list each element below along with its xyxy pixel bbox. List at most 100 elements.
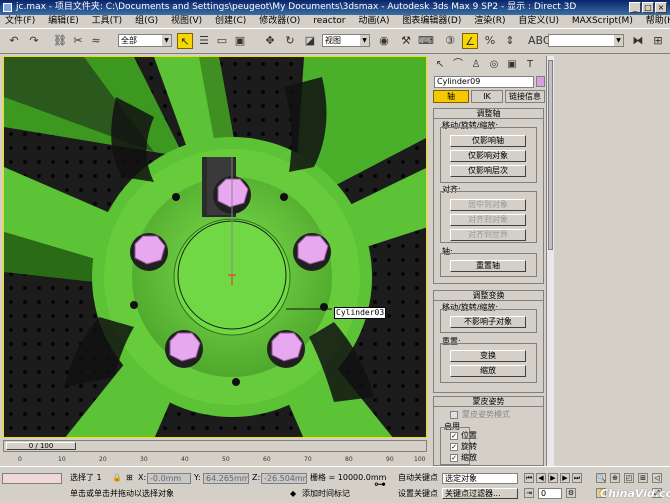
minimize-button[interactable]: _ xyxy=(629,2,641,13)
menu-customize[interactable]: 自定义(U) xyxy=(513,15,564,28)
affect-pivot-only-button[interactable]: 仅影响轴 xyxy=(450,135,526,147)
add-time-tag-button[interactable]: 添加时间标记 xyxy=(302,488,350,499)
redo-icon[interactable]: ↷ xyxy=(26,33,42,49)
pivot-center-icon[interactable]: ◉ xyxy=(376,33,392,49)
set-key-button[interactable]: 设置关键点 xyxy=(398,488,438,499)
window-crossing-icon[interactable]: ▣ xyxy=(232,33,248,49)
play-icon[interactable]: ▶ xyxy=(548,473,558,483)
time-tag-icon[interactable]: ◆ xyxy=(290,488,296,499)
edit-named-selection-icon[interactable]: ABC xyxy=(528,33,551,49)
menu-tools[interactable]: 工具(T) xyxy=(87,15,128,28)
y-coordinate-field[interactable]: 64.265mm xyxy=(203,473,249,484)
time-config-icon[interactable]: ⚙ xyxy=(566,488,576,498)
affect-object-only-button[interactable]: 仅影响对象 xyxy=(450,150,526,162)
link-icon[interactable]: ⛓ xyxy=(52,33,68,49)
dont-affect-children-button[interactable]: 不影响子对象 xyxy=(450,316,526,328)
menu-group[interactable]: 组(G) xyxy=(130,15,163,28)
reset-transform-button[interactable]: 变换 xyxy=(450,350,526,362)
menu-reactor[interactable]: reactor xyxy=(308,15,350,28)
track-bar[interactable]: 0 10 20 30 40 50 60 70 80 90 100 xyxy=(0,452,430,466)
next-frame-icon[interactable]: ▶ xyxy=(560,473,570,483)
scale-checkbox[interactable]: ✓ xyxy=(450,454,458,462)
affect-hierarchy-only-button[interactable]: 仅影响层次 xyxy=(450,165,526,177)
app-icon[interactable] xyxy=(3,3,12,12)
keyboard-shortcut-icon[interactable]: ⌨ xyxy=(418,33,434,49)
move-icon[interactable]: ✥ xyxy=(262,33,278,49)
spinner-snap-icon[interactable]: ⇕ xyxy=(502,33,518,49)
close-button[interactable]: × xyxy=(655,2,667,13)
menu-graph-editors[interactable]: 图表编辑器(D) xyxy=(397,15,466,28)
motion-tab-icon[interactable]: ◎ xyxy=(487,58,501,72)
align-icon[interactable]: ⊞ xyxy=(650,33,666,49)
undo-icon[interactable]: ↶ xyxy=(6,33,22,49)
time-slider-thumb[interactable]: 0 / 100 xyxy=(6,442,76,450)
key-mode-icon[interactable]: ⇥ xyxy=(524,488,534,498)
angle-snap-icon[interactable]: ∠ xyxy=(462,33,478,49)
rect-selection-icon[interactable]: ▭ xyxy=(214,33,230,49)
rotation-checkbox[interactable]: ✓ xyxy=(450,443,458,451)
key-filters-button[interactable]: 关键点过滤器... xyxy=(442,488,518,499)
go-to-start-icon[interactable]: ⏮ xyxy=(524,473,534,483)
select-manipulate-icon[interactable]: ⚒ xyxy=(398,33,414,49)
z-coordinate-field[interactable]: -26.504mm xyxy=(261,473,307,484)
percent-snap-icon[interactable]: % xyxy=(482,33,498,49)
create-tab-icon[interactable]: ↖ xyxy=(433,58,447,72)
align-to-object-button[interactable]: 对齐到对象 xyxy=(450,214,526,226)
perspective-viewport[interactable]: Cylinder03 xyxy=(3,56,427,438)
maxscript-listener[interactable] xyxy=(2,473,62,484)
menu-help[interactable]: 帮助(H) xyxy=(641,15,670,28)
skin-pose-mode-checkbox[interactable] xyxy=(450,411,458,419)
object-name-field[interactable]: Cylinder09 xyxy=(434,76,534,88)
align-to-world-button[interactable]: 对齐到世界 xyxy=(450,229,526,241)
utilities-tab-icon[interactable]: T xyxy=(523,58,537,72)
select-object-icon[interactable]: ↖ xyxy=(177,33,193,49)
hierarchy-tab-icon[interactable]: ♙ xyxy=(469,58,483,72)
tab-pivot[interactable]: 轴 xyxy=(433,90,469,103)
menu-animation[interactable]: 动画(A) xyxy=(353,15,394,28)
tab-link-info[interactable]: 链接信息 xyxy=(505,90,545,103)
absolute-mode-icon[interactable]: ⊞ xyxy=(126,472,133,483)
zoom-extents-icon[interactable]: ◰ xyxy=(624,473,634,483)
modify-tab-icon[interactable]: ⌒ xyxy=(451,58,465,72)
menu-rendering[interactable]: 渲染(R) xyxy=(469,15,510,28)
zoom-icon[interactable]: 🔍 xyxy=(596,473,606,483)
tab-ik[interactable]: IK xyxy=(471,90,503,103)
maximize-button[interactable]: □ xyxy=(642,2,654,13)
menu-views[interactable]: 视图(V) xyxy=(166,15,207,28)
reset-pivot-button[interactable]: 重置轴 xyxy=(450,260,526,272)
lock-icon[interactable]: 🔒 xyxy=(112,472,122,483)
command-panel-scrollbar[interactable] xyxy=(546,56,554,466)
go-to-end-icon[interactable]: ⏭ xyxy=(572,473,582,483)
rotate-icon[interactable]: ↻ xyxy=(282,33,298,49)
rollout-adjust-transform-header[interactable]: 调整变换 xyxy=(433,290,544,301)
snap-toggle-icon[interactable]: ③ xyxy=(442,33,458,49)
reset-scale-button[interactable]: 缩放 xyxy=(450,365,526,377)
selection-filter-dropdown[interactable]: 全部 ▼ xyxy=(118,34,172,47)
menu-maxscript[interactable]: MAXScript(M) xyxy=(567,15,638,28)
object-color-swatch[interactable] xyxy=(536,76,545,87)
select-by-name-icon[interactable]: ☰ xyxy=(196,33,212,49)
scrollbar-thumb[interactable] xyxy=(548,60,553,250)
center-to-object-button[interactable]: 居中到对象 xyxy=(450,199,526,211)
menu-create[interactable]: 创建(C) xyxy=(210,15,251,28)
previous-frame-icon[interactable]: ◀ xyxy=(536,473,546,483)
unlink-icon[interactable]: ✂ xyxy=(70,33,86,49)
zoom-all-icon[interactable]: ⊕ xyxy=(610,473,620,483)
key-selection-dropdown[interactable]: 选定对象 xyxy=(442,473,518,484)
reference-coord-dropdown[interactable]: 视图 ▼ xyxy=(322,34,370,47)
zoom-extents-all-icon[interactable]: ⊞ xyxy=(638,473,648,483)
x-coordinate-field[interactable]: -0.0mm xyxy=(147,473,191,484)
menu-modifiers[interactable]: 修改器(O) xyxy=(254,15,305,28)
position-checkbox[interactable]: ✓ xyxy=(450,432,458,440)
field-of-view-icon[interactable]: ◁ xyxy=(652,473,662,483)
named-selection-dropdown[interactable]: ▼ xyxy=(548,34,624,47)
mirror-icon[interactable]: ⧓ xyxy=(630,33,646,49)
menu-file[interactable]: 文件(F) xyxy=(0,15,40,28)
rollout-adjust-pivot-header[interactable]: 调整轴 xyxy=(433,108,544,119)
key-icon[interactable]: ⊶ xyxy=(374,478,386,490)
rollout-skin-pose-header[interactable]: 蒙皮姿势 xyxy=(433,396,544,407)
scale-icon[interactable]: ◪ xyxy=(302,33,318,49)
display-tab-icon[interactable]: ▣ xyxy=(505,58,519,72)
auto-key-button[interactable]: 自动关键点 xyxy=(398,472,438,483)
menu-edit[interactable]: 编辑(E) xyxy=(43,15,84,28)
